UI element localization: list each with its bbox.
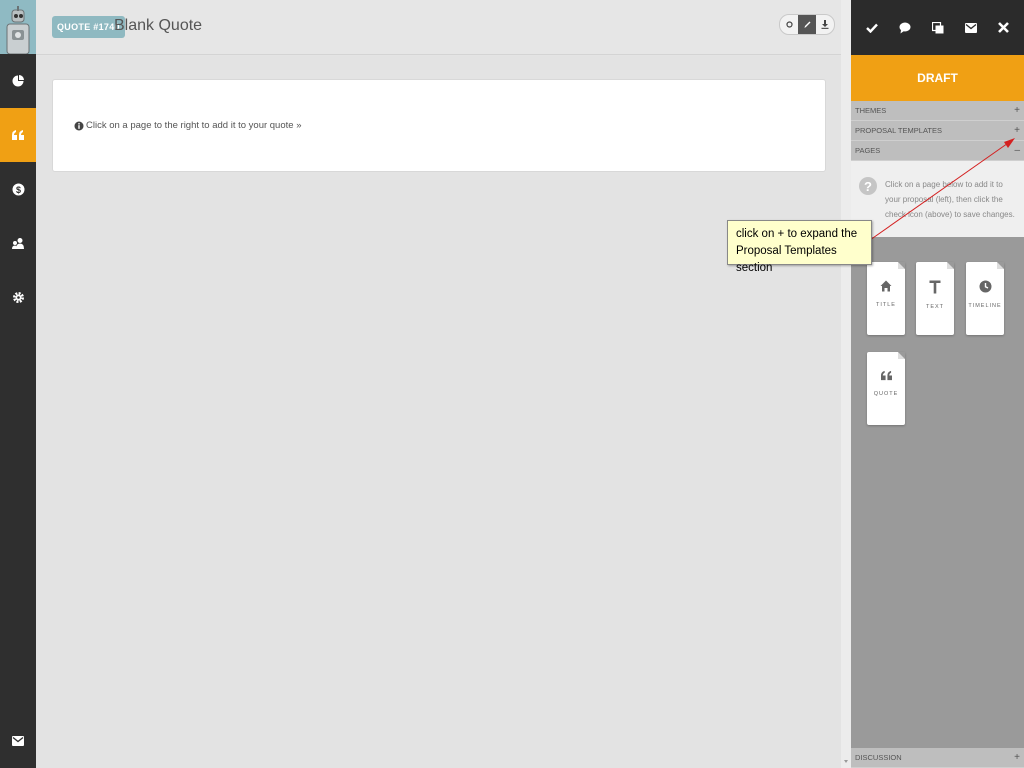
envelope-icon	[12, 736, 24, 746]
discussion-section-label: DISCUSSION	[855, 753, 902, 762]
download-button[interactable]	[816, 15, 834, 34]
page-tile-label: TIMELINE	[968, 303, 1002, 309]
close-button[interactable]	[993, 17, 1015, 39]
nav-messages[interactable]	[0, 714, 36, 768]
svg-text:$: $	[15, 185, 20, 195]
copy-icon	[931, 21, 943, 33]
proposal-templates-section-label: PROPOSAL TEMPLATES	[855, 126, 942, 135]
status-badge: DRAFT	[851, 55, 1024, 101]
clock-icon	[979, 280, 991, 293]
empty-quote-hint: Click on a page to the right to add it t…	[74, 120, 301, 131]
page-tile-label: QUOTE	[873, 391, 899, 397]
right-panel-toolbar	[851, 0, 1024, 55]
expand-plus-icon[interactable]: +	[1014, 125, 1020, 136]
check-icon	[865, 23, 878, 33]
nav-settings[interactable]	[0, 270, 36, 324]
expand-plus-icon[interactable]: +	[1014, 752, 1020, 763]
question-icon: ?	[859, 177, 877, 195]
gear-icon	[12, 291, 24, 303]
download-icon	[821, 20, 829, 29]
collapse-minus-icon[interactable]: –	[1014, 145, 1020, 156]
comment-button[interactable]	[894, 17, 916, 39]
avatar[interactable]	[0, 0, 36, 54]
expand-plus-icon[interactable]: +	[1014, 105, 1020, 116]
quote-icon	[12, 130, 24, 140]
nav-contacts[interactable]	[0, 216, 36, 270]
envelope-icon	[964, 22, 977, 33]
page-tile-label: TITLE	[876, 302, 896, 308]
text-t-icon	[929, 280, 941, 294]
email-button[interactable]	[960, 17, 982, 39]
nav-quotes[interactable]	[0, 108, 36, 162]
nav-payments[interactable]: $	[0, 162, 36, 216]
circle-icon	[785, 21, 793, 28]
scroll-down-arrow-icon[interactable]	[841, 756, 851, 766]
annotation-callout: click on + to expand the Proposal Templa…	[727, 220, 872, 274]
preview-mode-button[interactable]	[780, 15, 798, 34]
duplicate-button[interactable]	[927, 17, 949, 39]
top-header: QUOTE #1740 Blank Quote	[36, 0, 851, 55]
page-tile-text[interactable]: TEXT	[916, 262, 954, 335]
pages-section-header[interactable]: PAGES –	[851, 141, 1024, 161]
close-icon	[998, 22, 1009, 33]
page-tile-quote[interactable]: QUOTE	[867, 352, 905, 425]
view-mode-toggle	[779, 14, 835, 35]
scrollbar[interactable]	[841, 0, 851, 768]
discussion-section-header[interactable]: DISCUSSION +	[851, 748, 1024, 768]
themes-section-label: THEMES	[855, 106, 887, 115]
themes-section-header[interactable]: THEMES +	[851, 101, 1024, 121]
right-panel: DRAFT THEMES + PROPOSAL TEMPLATES + PAGE…	[851, 0, 1024, 768]
home-icon	[880, 280, 892, 292]
callout-line-1: click on + to expand the	[736, 228, 858, 240]
main-content: Click on a page to the right to add it t…	[36, 56, 851, 768]
quote-canvas-card[interactable]: Click on a page to the right to add it t…	[52, 79, 826, 172]
left-sidebar: $	[0, 0, 36, 768]
quote-icon	[880, 370, 892, 381]
empty-quote-hint-text: Click on a page to the right to add it t…	[86, 120, 302, 131]
pencil-icon	[804, 21, 810, 28]
robot-logo-icon	[6, 6, 30, 54]
callout-line-2: Proposal Templates section	[736, 245, 837, 274]
page-tile-timeline[interactable]: TIMELINE	[966, 262, 1004, 335]
info-icon	[74, 121, 84, 130]
page-title[interactable]: Blank Quote	[114, 17, 202, 35]
page-tile-label: TEXT	[925, 304, 945, 310]
save-check-button[interactable]	[861, 17, 883, 39]
pages-help: ? Click on a page below to add it to you…	[851, 161, 1024, 237]
edit-mode-button[interactable]	[798, 15, 816, 34]
nav-dashboard[interactable]	[0, 54, 36, 108]
pages-help-text: Click on a page below to add it to your …	[885, 180, 1015, 219]
users-icon	[12, 237, 24, 249]
pages-section-label: PAGES	[855, 146, 881, 155]
page-tile-title[interactable]: TITLE	[867, 262, 905, 335]
dollar-icon: $	[12, 183, 24, 195]
pie-chart-icon	[12, 75, 24, 87]
proposal-templates-section-header[interactable]: PROPOSAL TEMPLATES +	[851, 121, 1024, 141]
speech-bubble-icon	[899, 22, 910, 33]
